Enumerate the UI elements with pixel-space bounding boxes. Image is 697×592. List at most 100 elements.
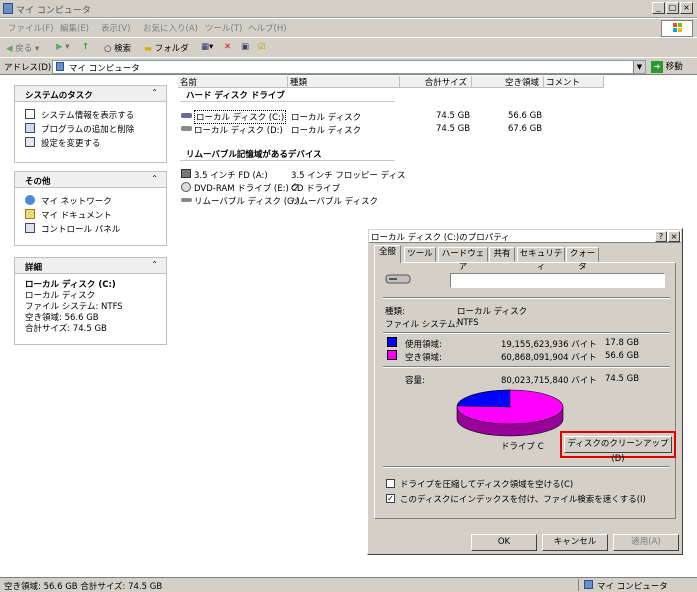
menu-bar: ファイル(F) 編集(E) 表示(V) お気に入り(A) ツール(T) ヘルプ(… (0, 19, 697, 37)
pane-title: 詳細 (25, 263, 43, 273)
group-removable: リムーバブル記憶域があるデバイス (186, 150, 322, 160)
disk-cleanup-button[interactable]: ディスクのクリーンアップ(D) (564, 436, 672, 464)
tab-sharing[interactable]: 共有 (489, 247, 515, 262)
menu-tools[interactable]: ツール(T) (205, 22, 242, 34)
menu-file[interactable]: ファイル(F) (8, 22, 54, 34)
task-add-remove-programs[interactable]: プログラムの追加と削除 (15, 121, 166, 135)
column-comment[interactable]: コメント (544, 76, 604, 88)
drive-type: CD ドライブ (291, 184, 341, 194)
dialog-close-button[interactable]: × (668, 231, 680, 242)
details-free: 空き領域: 56.6 GB (25, 313, 99, 323)
help-button[interactable]: ? (655, 231, 667, 242)
menu-help[interactable]: ヘルプ(H) (248, 22, 287, 34)
details-header[interactable]: 詳細 ⌃ (15, 258, 166, 274)
compress-label: ドライブを圧縮してディスク領域を空ける(C) (400, 480, 574, 490)
views-icon: ▦ (201, 42, 210, 52)
used-gb: 17.8 GB (605, 338, 640, 348)
address-dropdown[interactable]: ▼ (633, 61, 645, 73)
volume-label-input[interactable] (450, 273, 665, 288)
details-name: ローカル ディスク (C:) (25, 280, 116, 290)
column-name[interactable]: 名前 (178, 76, 288, 88)
tab-security[interactable]: セキュリティ (517, 247, 565, 272)
maximize-button[interactable]: □ (666, 2, 679, 14)
up-arrow-icon: ↑ (82, 42, 90, 52)
tab-tools[interactable]: ツール (404, 247, 436, 262)
flag-icon (673, 23, 682, 32)
status-left: 空き領域: 56.6 GB 合計サイズ: 74.5 GB (4, 582, 163, 592)
system-tasks-pane: システムのタスク ⌃ システム情報を表示する プログラムの追加と削除 設定を変更… (14, 85, 167, 163)
menu-edit[interactable]: 編集(E) (60, 22, 89, 34)
address-input[interactable]: マイ コンピュータ ▼ (52, 60, 646, 74)
tab-general[interactable]: 全般 (374, 245, 401, 263)
drive-type: ローカル ディスク (291, 113, 362, 123)
forward-arrow-icon: ▶ (56, 42, 63, 52)
menu-view[interactable]: 表示(V) (101, 22, 130, 34)
compress-checkbox[interactable] (386, 479, 395, 488)
menu-favorites[interactable]: お気に入り(A) (143, 22, 198, 34)
properties-button[interactable]: ▣ (241, 42, 249, 52)
network-icon (25, 195, 35, 205)
ok-button[interactable]: OK (471, 534, 537, 551)
info-icon (25, 109, 35, 119)
drive-name: リムーバブル ディスク (G:) (194, 197, 300, 207)
go-button[interactable]: ➜ 移動 (651, 60, 683, 73)
address-bar: アドレス(D) マイ コンピュータ ▼ ➜ 移動 (0, 57, 697, 75)
filesystem-value: NTFS (457, 318, 479, 328)
cancel-button[interactable]: キャンセル (542, 534, 608, 551)
used-bytes: 19,155,623,936 バイト (501, 340, 597, 350)
collapse-chevron-icon: ⌃ (151, 88, 158, 97)
folders-button[interactable]: ▬ フォルダ (144, 42, 189, 54)
delete-button[interactable]: ✕ (224, 42, 231, 52)
search-button[interactable]: ○ 検索 (104, 42, 131, 54)
removable-disk-icon (181, 198, 192, 202)
free-color-swatch (387, 350, 397, 360)
removable-row-a[interactable]: 3.5 インチ FD (A:) 3.5 インチ フロッピー ディスク (180, 168, 410, 193)
free-label: 空き領域: (405, 353, 442, 363)
drive-type: リムーバブル ディスク (291, 197, 379, 207)
group-divider (180, 101, 395, 102)
details-total: 合計サイズ: 74.5 GB (25, 324, 107, 334)
close-button[interactable]: × (680, 2, 693, 14)
computer-icon (56, 62, 64, 71)
column-free-space[interactable]: 空き領域 (472, 76, 544, 88)
index-label: このディスクにインデックスを付け、ファイル検索を速くする(I) (400, 495, 646, 505)
other-places-header[interactable]: その他 ⌃ (15, 172, 166, 188)
search-icon: ○ (104, 44, 112, 54)
link-my-network[interactable]: マイ ネットワーク (15, 193, 166, 207)
system-tasks-header[interactable]: システムのタスク ⌃ (15, 86, 166, 102)
pane-title: システムのタスク (25, 91, 93, 101)
minimize-button[interactable]: _ (652, 2, 665, 14)
control-panel-icon (25, 223, 35, 233)
index-checkbox[interactable]: ✓ (386, 494, 395, 503)
window-title: マイ コンピュータ (16, 6, 91, 16)
drive-row-c[interactable]: ローカル ディスク (C:) ローカル ディスク 74.5 GB 56.6 GB (180, 110, 560, 124)
free-bytes: 60,868,091,904 バイト (501, 353, 597, 363)
dvd-icon (181, 182, 191, 192)
column-total-size[interactable]: 合計サイズ (400, 76, 472, 88)
task-change-settings[interactable]: 設定を変更する (15, 135, 166, 149)
details-pane: 詳細 ⌃ ローカル ディスク (C:) ローカル ディスク ファイル システム:… (14, 257, 167, 345)
link-my-documents[interactable]: マイ ドキュメント (15, 207, 166, 221)
removable-row-g[interactable]: リムーバブル ディスク (G:) リムーバブル ディスク (180, 194, 410, 207)
removable-row-e[interactable]: DVD-RAM ドライブ (E:) CD ドライブ (180, 181, 410, 194)
programs-icon (25, 123, 35, 133)
undo-button[interactable]: ☑ (258, 42, 266, 52)
drive-row-d[interactable]: ローカル ディスク (D:) ローカル ディスク 74.5 GB 67.6 GB (180, 123, 560, 136)
column-type[interactable]: 種類 (288, 76, 400, 88)
tab-quota[interactable]: クォータ (566, 247, 599, 272)
divider (383, 366, 670, 368)
divider (383, 297, 670, 299)
forward-button[interactable]: ▶ ▾ (56, 42, 70, 52)
drive-name: ローカル ディスク (D:) (194, 126, 283, 136)
delete-icon: ✕ (224, 42, 232, 52)
pie-used-slice (456, 389, 511, 408)
up-folder-button[interactable]: ↑ (82, 42, 89, 52)
link-control-panel[interactable]: コントロール パネル (15, 221, 166, 235)
views-button[interactable]: ▦▾ (201, 42, 213, 52)
tab-hardware[interactable]: ハードウェア (438, 247, 488, 272)
back-button[interactable]: ◀ 戻る ▾ (6, 42, 39, 54)
task-view-system-info[interactable]: システム情報を表示する (15, 107, 166, 121)
floppy-icon (181, 169, 191, 178)
general-panel: 種類: ローカル ディスク ファイル システム: NTFS 使用領域: 19,1… (374, 262, 676, 519)
apply-button[interactable]: 適用(A) (613, 534, 679, 551)
